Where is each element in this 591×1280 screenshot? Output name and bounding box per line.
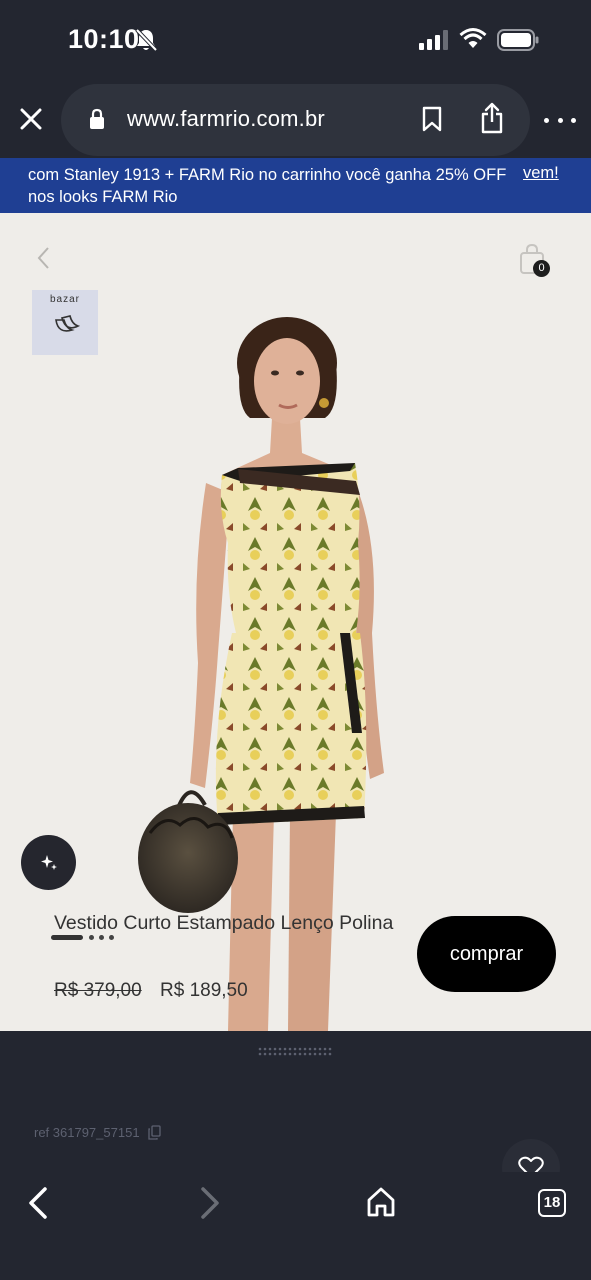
status-time: 10:10 <box>68 24 140 54</box>
close-icon <box>20 108 42 130</box>
old-price: R$ 379,00 <box>54 980 142 1001</box>
cellular-signal-icon <box>419 30 448 50</box>
image-carousel-indicator[interactable] <box>51 935 121 941</box>
browser-toolbar: 18 <box>0 1172 591 1280</box>
browser-address-bar: www.farmrio.com.br <box>0 84 591 156</box>
battery-icon <box>497 29 539 51</box>
lock-icon <box>90 108 104 129</box>
carousel-dot <box>109 935 114 940</box>
banana-icon <box>55 315 81 332</box>
carousel-dot-active <box>51 935 83 940</box>
product-hero: 0 bazar Vestido Curto Estampado Lenço Po… <box>0 213 591 1031</box>
ai-assistant-button[interactable] <box>21 835 76 890</box>
more-icon[interactable] <box>544 110 576 130</box>
bell-muted-icon <box>135 28 157 52</box>
sheet-drag-handle[interactable] <box>257 1047 335 1057</box>
wifi-icon <box>459 28 487 48</box>
sale-price: R$ 189,50 <box>160 980 248 1001</box>
back-arrow-icon[interactable] <box>26 1186 52 1220</box>
tabs-button[interactable]: 18 <box>538 1189 566 1217</box>
sparkle-icon <box>40 854 57 870</box>
bookmark-icon[interactable] <box>422 106 442 132</box>
forward-arrow-icon[interactable] <box>196 1186 222 1220</box>
url-text: www.farmrio.com.br <box>127 106 325 131</box>
close-button[interactable] <box>14 102 48 136</box>
promo-banner[interactable]: com Stanley 1913 + FARM Rio no carrinho … <box>0 158 591 213</box>
back-chevron-icon[interactable] <box>34 245 54 271</box>
carousel-dot <box>89 935 94 940</box>
promo-text: com Stanley 1913 + FARM Rio no carrinho … <box>28 166 507 206</box>
copy-icon[interactable] <box>148 1125 161 1140</box>
buy-button[interactable]: comprar <box>417 916 556 992</box>
status-bar: 10:10 <box>0 0 591 78</box>
share-icon[interactable] <box>480 102 504 134</box>
bazar-badge[interactable]: bazar <box>32 290 98 355</box>
url-field[interactable]: www.farmrio.com.br <box>61 84 530 156</box>
browser-screen: 10:10 www.farmrio.com.br com Stanley 191… <box>0 0 591 1280</box>
product-ref: ref 361797_57151 <box>34 1125 140 1140</box>
bag-count-badge: 0 <box>533 260 550 277</box>
promo-link[interactable]: vem! <box>523 164 559 183</box>
home-icon[interactable] <box>365 1186 397 1218</box>
carousel-dot <box>99 935 104 940</box>
